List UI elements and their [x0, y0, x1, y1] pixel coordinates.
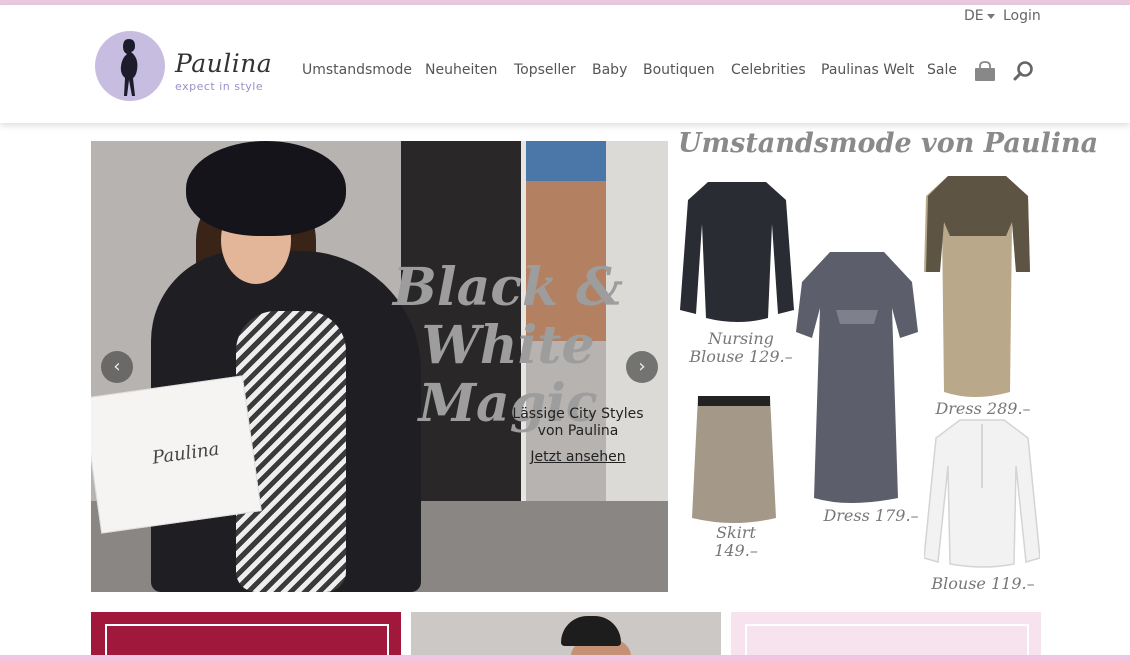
nav-item-baby[interactable]: Baby — [592, 62, 627, 78]
logo-name: Paulina — [175, 49, 273, 78]
white-blouse-line1: Blouse 119.– — [931, 574, 1035, 593]
promo-tile-pink[interactable] — [731, 612, 1041, 661]
promo-tiles — [0, 612, 1130, 661]
gold-dress-caption: Dress 289.– — [928, 400, 1038, 418]
nav-item-sale[interactable]: Sale — [927, 62, 957, 78]
bag-logo-text: Paulina — [150, 438, 221, 469]
promo-tile-photo[interactable] — [411, 612, 721, 661]
shopping-bag-icon[interactable] — [974, 60, 996, 82]
slider-next-button[interactable]: › — [626, 351, 658, 383]
grey-dress-image[interactable] — [796, 250, 918, 505]
nav-item-boutiquen[interactable]: Boutiquen — [643, 62, 715, 78]
slider-prev-button[interactable]: ‹ — [101, 351, 133, 383]
white-blouse-image[interactable] — [924, 418, 1040, 570]
hero-model-hat — [186, 141, 346, 236]
language-label: DE — [964, 8, 984, 24]
skirt-line1: Skirt — [716, 523, 756, 542]
logo[interactable]: Paulina expect in style — [95, 31, 285, 103]
hero-sky — [526, 141, 606, 181]
chevron-down-icon — [986, 13, 995, 19]
hero-subtitle-line1: Lässige City Styles — [512, 406, 644, 422]
hero-subtitle-line2: von Paulina — [537, 423, 619, 439]
hero-subtitle: Lässige City Styles von Paulina — [503, 406, 653, 440]
skirt-line2: 149.– — [714, 541, 758, 560]
hero-slider[interactable]: Paulina Black & White Magic Lässige City… — [91, 141, 668, 592]
nursing-blouse-line1: Nursing — [708, 329, 774, 348]
grey-dress-line1: Dress 179.– — [823, 506, 919, 525]
gold-dress-image[interactable] — [924, 174, 1030, 398]
white-blouse-caption: Blouse 119.– — [926, 575, 1040, 593]
silhouette-icon — [120, 39, 138, 96]
collage-title: Umstandsmode von Paulina — [678, 128, 1099, 159]
bottom-accent-strip — [0, 655, 1130, 661]
promo-photo-cap — [561, 616, 621, 646]
nav-item-umstandsmode[interactable]: Umstandsmode — [302, 62, 412, 78]
login-link[interactable]: Login — [1003, 8, 1041, 24]
logo-tagline: expect in style — [175, 80, 264, 93]
language-selector[interactable]: DE — [964, 8, 995, 24]
hero-cta-link[interactable]: Jetzt ansehen — [503, 449, 653, 465]
hero-headline-line1: Black & — [392, 257, 624, 318]
nursing-blouse-caption: Nursing Blouse 129.– — [681, 330, 801, 366]
nursing-blouse-line2: Blouse 129.– — [689, 347, 793, 366]
promo-tile-red[interactable] — [91, 612, 401, 661]
grey-dress-caption: Dress 179.– — [816, 507, 926, 525]
sequin-skirt-image[interactable] — [692, 394, 776, 524]
site-header: DE Login Paulina expect in style Umstand… — [0, 5, 1130, 123]
nav-item-topseller[interactable]: Topseller — [514, 62, 576, 78]
nursing-blouse-image[interactable] — [678, 178, 796, 328]
logo-emblem — [95, 31, 165, 101]
nav-item-neuheiten[interactable]: Neuheiten — [425, 62, 497, 78]
nav-item-celebrities[interactable]: Celebrities — [731, 62, 806, 78]
search-icon[interactable] — [1013, 60, 1035, 82]
gold-dress-line1: Dress 289.– — [935, 399, 1031, 418]
chevron-left-icon: ‹ — [113, 356, 121, 377]
product-collage[interactable]: Umstandsmode von Paulina Nursing Blouse … — [676, 128, 1098, 598]
skirt-caption: Skirt 149.– — [678, 524, 794, 560]
chevron-right-icon: › — [638, 356, 646, 377]
nav-item-paulinas-welt[interactable]: Paulinas Welt — [821, 62, 914, 78]
hero-shopping-bag: Paulina — [91, 375, 262, 534]
